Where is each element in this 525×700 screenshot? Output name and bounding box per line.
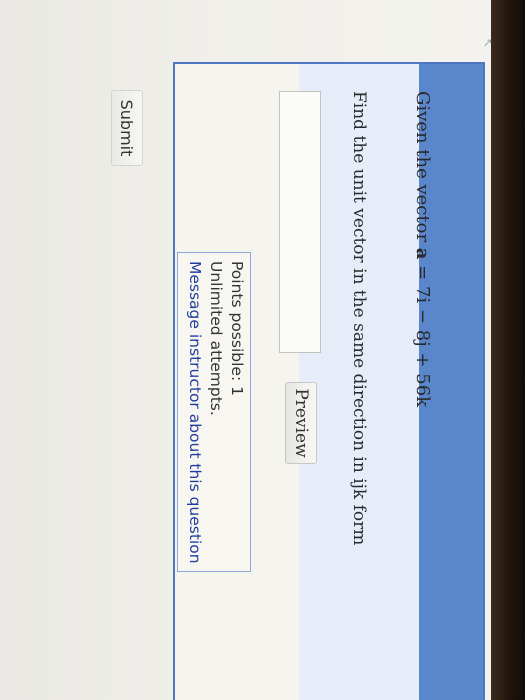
message-instructor-link[interactable]: Message instructor about this question (184, 261, 205, 564)
question-panel: Given the vector a = 7i − 8j + 56k Find … (173, 62, 485, 700)
rotated-page: ↖ Given the vector a = 7i − 8j + 56k Fin… (0, 0, 525, 700)
preview-button[interactable]: Preview (285, 382, 317, 464)
vector-symbol: a (412, 247, 433, 260)
attempts-info: Unlimited attempts. (207, 261, 225, 416)
vector-expression: = 7i − 8j + 56k (412, 259, 433, 408)
points-possible: Points possible: 1 (228, 261, 246, 396)
answer-input[interactable] (279, 91, 321, 353)
cursor-arrow-icon: ↖ (481, 38, 495, 49)
submit-button[interactable]: Submit (111, 90, 143, 166)
question-stem: Given the vector a = 7i − 8j + 56k (412, 91, 433, 407)
stem-prefix: Given the vector (412, 91, 433, 248)
question-info-box: Points possible: 1 Unlimited attempts. M… (177, 252, 251, 572)
question-task: Find the unit vector in the same directi… (349, 91, 369, 546)
